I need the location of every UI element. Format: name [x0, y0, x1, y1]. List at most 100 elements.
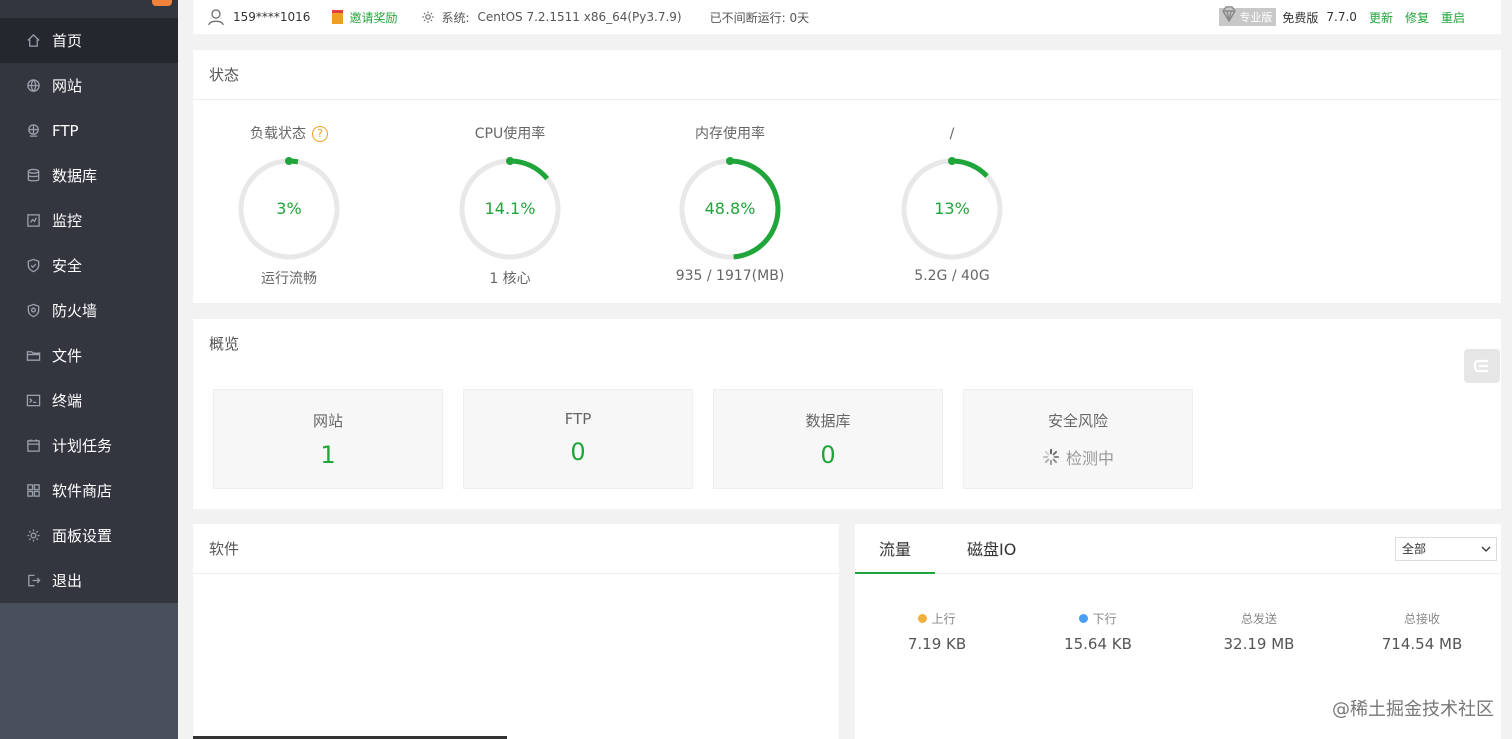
sidebar-item-label: 防火墙 [52, 302, 98, 320]
overview-card-security[interactable]: 安全风险 检测中 [963, 389, 1193, 489]
sidebar-item-label: FTP [52, 121, 79, 140]
invite-link[interactable]: 邀请奖励 [332, 9, 397, 26]
sidebar-item-label: 计划任务 [52, 437, 113, 455]
user-info[interactable]: 159****1016 [207, 8, 310, 26]
stat-value: 7.19 KB [907, 635, 967, 653]
gauge-label-row: 负载状态 ? [204, 124, 374, 144]
sidebar-item-security[interactable]: 安全 [0, 243, 178, 288]
sidebar-item-files[interactable]: 文件 [0, 333, 178, 378]
gauge-label: / [949, 126, 955, 142]
sidebar-item-database[interactable]: 数据库 [0, 153, 178, 198]
sidebar-item-website[interactable]: 网站 [0, 63, 178, 108]
stat-label: 总接收 [1403, 612, 1440, 626]
card-value: 检测中 [1065, 449, 1114, 468]
folder-icon [24, 347, 42, 365]
card-value: 0 [570, 438, 586, 466]
sidebar-item-label: 数据库 [52, 167, 98, 185]
stat-download: 下行 15.64 KB [1018, 610, 1178, 653]
system-label: 系统: [441, 10, 470, 25]
stat-value: 15.64 KB [1064, 635, 1132, 653]
shield-icon [24, 257, 42, 275]
stat-label-row: 上行 [857, 610, 1017, 627]
version: 7.7.0 [1326, 10, 1357, 24]
gauge-ring: 3% [236, 156, 342, 262]
notification-badge[interactable] [152, 0, 172, 6]
software-panel: 软件 [193, 524, 839, 739]
overview-panel: 概览 网站 1 FTP 0 数据库 0 安全风险 检测中 [193, 319, 1501, 509]
sidebar-item-settings[interactable]: 面板设置 [0, 513, 178, 558]
overview-card-database[interactable]: 数据库 0 [713, 389, 943, 489]
sidebar-item-logout[interactable]: 退出 [0, 558, 178, 603]
gauge-value: 13% [934, 199, 970, 218]
cpu-gauge[interactable]: CPU使用率 14.1% 1 核心 [425, 124, 595, 288]
sidebar-item-label: 软件商店 [52, 482, 113, 500]
diamond-icon [1222, 6, 1237, 23]
card-value: 1 [320, 441, 336, 469]
sidebar-item-label: 终端 [52, 392, 83, 410]
card-title: 数据库 [805, 412, 851, 430]
sidebar-item-terminal[interactable]: 终端 [0, 378, 178, 423]
interface-select[interactable]: 全部 [1395, 537, 1497, 561]
sidebar-item-monitor[interactable]: 监控 [0, 198, 178, 243]
sidebar-item-ftp[interactable]: FTP [0, 108, 178, 153]
monitor-icon [24, 212, 42, 230]
restart-link[interactable]: 重启 [1441, 9, 1465, 26]
gauge-ring: 48.8% [677, 156, 783, 262]
sidebar-item-store[interactable]: 软件商店 [0, 468, 178, 513]
card-title: FTP [564, 410, 592, 428]
overview-card-website[interactable]: 网站 1 [213, 389, 443, 489]
stat-label: 上行 [931, 612, 956, 626]
card-title: 安全风险 [1047, 412, 1108, 430]
card-title: 网站 [312, 412, 343, 430]
sidebar-item-label: 网站 [52, 77, 83, 95]
firewall-icon [24, 302, 42, 320]
home-icon [24, 32, 42, 50]
gauge-value: 3% [276, 199, 302, 218]
top-bar: 159****1016 邀请奖励 系统: CentOS 7.2.1511 x86… [193, 0, 1501, 34]
sidebar-item-firewall[interactable]: 防火墙 [0, 288, 178, 333]
gauge-ring: 14.1% [457, 156, 563, 262]
apps-icon [24, 482, 42, 500]
username: 159****1016 [233, 10, 311, 24]
disk-gauge[interactable]: / 13% 5.2G / 40G [867, 124, 1037, 284]
ftp-icon [24, 122, 42, 140]
terminal-icon [24, 392, 42, 410]
system-value: CentOS 7.2.1511 x86_64(Py3.7.9) [477, 10, 682, 24]
sidebar-item-label: 退出 [52, 572, 83, 590]
overview-card-ftp[interactable]: FTP 0 [463, 389, 693, 489]
help-icon[interactable]: ? [312, 126, 328, 142]
stat-total-received: 总接收 714.54 MB [1342, 610, 1502, 653]
repair-link[interactable]: 修复 [1405, 9, 1429, 26]
load-gauge[interactable]: 负载状态 ? 3% 运行流畅 [204, 124, 374, 288]
status-title: 状态 [193, 50, 1501, 100]
tab-disk-io[interactable]: 磁盘IO [943, 524, 1040, 574]
gear-icon [24, 527, 42, 545]
traffic-tabs: 流量 磁盘IO 全部 [855, 524, 1501, 574]
gauge-label: CPU使用率 [474, 126, 546, 142]
logout-icon [24, 572, 42, 590]
edition: 免费版 [1282, 10, 1319, 25]
database-icon [24, 167, 42, 185]
sidebar-nav: 首页 网站 FTP 数据库 监控 安全 防火墙 文件 终端 计划任务 软件商店 … [0, 18, 178, 603]
download-dot [1079, 614, 1089, 623]
stat-value: 714.54 MB [1381, 635, 1463, 653]
pro-badge[interactable]: 专业版 [1219, 6, 1277, 26]
sidebar-item-label: 面板设置 [52, 527, 113, 545]
software-title: 软件 [193, 524, 839, 574]
sidebar-item-label: 文件 [52, 347, 83, 365]
sidebar-item-cron[interactable]: 计划任务 [0, 423, 178, 468]
sidebar-lower [0, 603, 178, 739]
tab-traffic[interactable]: 流量 [855, 524, 936, 574]
stat-total-sent: 总发送 32.19 MB [1179, 610, 1339, 653]
update-link[interactable]: 更新 [1369, 9, 1393, 26]
sidebar-item-home[interactable]: 首页 [0, 18, 178, 63]
memory-gauge[interactable]: 内存使用率 48.8% 935 / 1917(MB) [645, 124, 815, 284]
top-bar-actions: 专业版 免费版 7.7.0 更新 修复 重启 [1219, 0, 1465, 34]
watermark: @稀土掘金技术社区 [1332, 699, 1494, 720]
user-icon [208, 9, 224, 26]
feedback-icon [1473, 359, 1488, 373]
stat-label-row: 下行 [1018, 610, 1178, 627]
gauge-ring: 13% [899, 156, 1005, 262]
feedback-button[interactable] [1464, 349, 1500, 383]
card-status: 检测中 [964, 445, 1192, 469]
